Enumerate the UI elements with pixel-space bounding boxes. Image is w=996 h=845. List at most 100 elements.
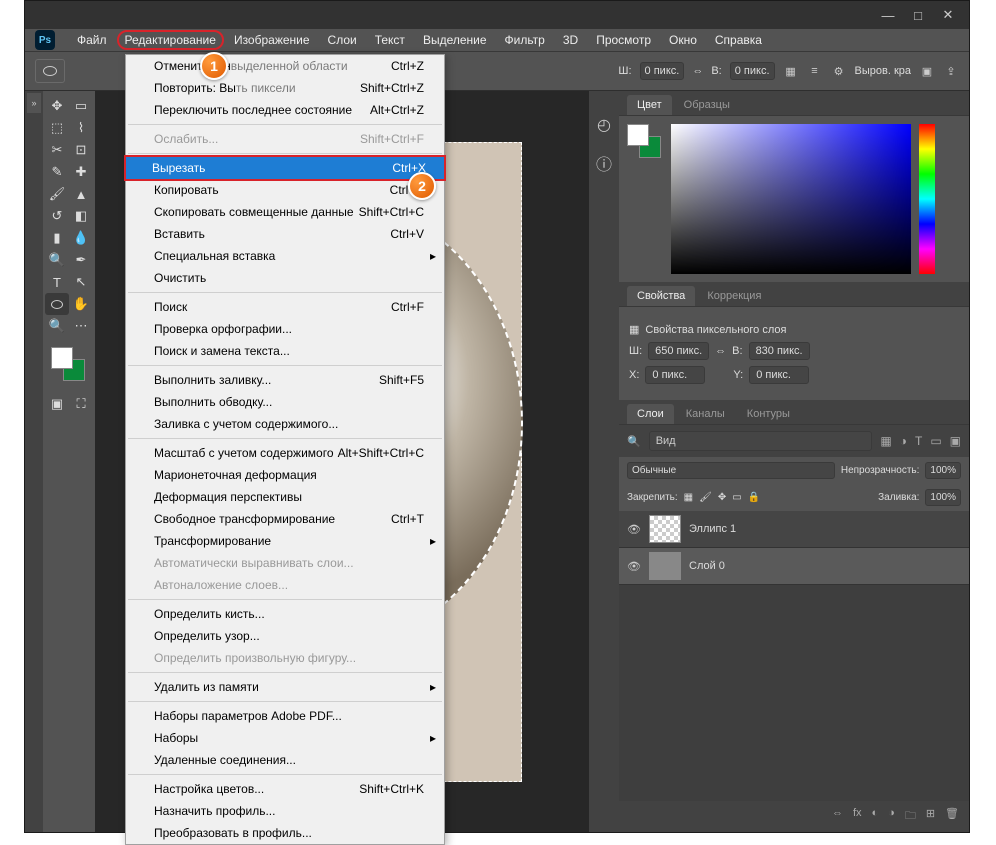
fx-icon[interactable]: fx: [853, 807, 862, 826]
tab-paths[interactable]: Контуры: [737, 404, 800, 424]
menu-perspective-warp[interactable]: Деформация перспективы: [126, 486, 444, 508]
prop-h-field[interactable]: 830 пикс.: [749, 342, 810, 360]
gear-icon[interactable]: ⚙: [831, 63, 847, 79]
eraser-tool[interactable]: ◧: [69, 205, 93, 227]
frame-tool[interactable]: ⊡: [69, 139, 93, 161]
menu-view[interactable]: Просмотр: [588, 30, 659, 50]
menu-edit[interactable]: Редактирование: [117, 30, 224, 50]
menu-help[interactable]: Справка: [707, 30, 770, 50]
tab-swatches[interactable]: Образцы: [674, 95, 740, 115]
menu-paste[interactable]: ВставитьCtrl+V: [126, 223, 444, 245]
menu-paste-special[interactable]: Специальная вставка: [126, 245, 444, 267]
filter-pixel-icon[interactable]: ▦: [880, 434, 891, 448]
menu-file[interactable]: Файл: [69, 30, 115, 50]
menu-type[interactable]: Текст: [367, 30, 413, 50]
menu-remote[interactable]: Удаленные соединения...: [126, 749, 444, 771]
menu-presets[interactable]: Наборы: [126, 727, 444, 749]
stamp-tool[interactable]: ▲: [69, 183, 93, 205]
menu-search[interactable]: ПоискCtrl+F: [126, 296, 444, 318]
visibility-icon[interactable]: 👁: [627, 560, 641, 573]
maximize-button[interactable]: □: [903, 5, 933, 25]
menu-undo[interactable]: Отменить: Инвыделенной областиCtrl+Z: [126, 55, 444, 77]
prop-x-field[interactable]: 0 пикс.: [645, 366, 705, 384]
prop-w-field[interactable]: 650 пикс.: [648, 342, 709, 360]
link-icon[interactable]: ⇔: [715, 345, 726, 357]
type-tool[interactable]: T: [45, 271, 69, 293]
blend-mode-select[interactable]: Обычные: [627, 462, 835, 479]
gradient-tool[interactable]: ▮: [45, 227, 69, 249]
menu-3d[interactable]: 3D: [555, 30, 586, 50]
color-field[interactable]: [671, 124, 911, 274]
fill-field[interactable]: 100%: [925, 489, 961, 506]
search-icon[interactable]: 🔍: [627, 435, 641, 448]
menu-copy-merged[interactable]: Скопировать совмещенные данныеShift+Ctrl…: [126, 201, 444, 223]
menu-spellcheck[interactable]: Проверка орфографии...: [126, 318, 444, 340]
lock-nest-icon[interactable]: ▭: [732, 492, 741, 503]
panel-swatches[interactable]: [627, 124, 663, 160]
layer-row[interactable]: 👁 Эллипс 1: [619, 511, 969, 548]
info-icon[interactable]: ⓘ: [596, 151, 612, 175]
zoom-tool[interactable]: 🔍: [45, 315, 69, 337]
tab-channels[interactable]: Каналы: [676, 404, 735, 424]
path-op-icon[interactable]: ▦: [783, 63, 799, 79]
menu-convert-profile[interactable]: Преобразовать в профиль...: [126, 822, 444, 844]
opt-width-field[interactable]: 0 пикс.: [640, 62, 685, 80]
layer-thumb[interactable]: [649, 552, 681, 580]
menu-free-transform[interactable]: Свободное трансформированиеCtrl+T: [126, 508, 444, 530]
hue-slider[interactable]: [919, 124, 935, 274]
share-icon[interactable]: ⇪: [943, 63, 959, 79]
tab-layers[interactable]: Слои: [627, 404, 674, 424]
mask-icon[interactable]: ▣: [919, 63, 935, 79]
delete-icon[interactable]: 🗑: [945, 807, 959, 826]
layer-search[interactable]: Вид: [649, 431, 873, 451]
opt-height-field[interactable]: 0 пикс.: [730, 62, 775, 80]
blur-tool[interactable]: 💧: [69, 227, 93, 249]
layer-name[interactable]: Эллипс 1: [689, 523, 736, 535]
tab-adjustments[interactable]: Коррекция: [697, 286, 771, 306]
link-layers-icon[interactable]: ⇔: [832, 807, 843, 826]
lock-pos-icon[interactable]: ✥: [718, 492, 726, 503]
menu-filter[interactable]: Фильтр: [497, 30, 553, 50]
layer-row[interactable]: 👁 Слой 0: [619, 548, 969, 585]
opacity-field[interactable]: 100%: [925, 462, 961, 479]
color-swatches[interactable]: [49, 345, 89, 385]
menu-define-pattern[interactable]: Определить узор...: [126, 625, 444, 647]
dodge-tool[interactable]: 🔍: [45, 249, 69, 271]
hand-tool[interactable]: ✋: [69, 293, 93, 315]
menu-puppet-warp[interactable]: Марионеточная деформация: [126, 464, 444, 486]
filter-smart-icon[interactable]: ▣: [950, 434, 961, 448]
layer-filters[interactable]: ▦ ◑ T ▭ ▣: [880, 434, 961, 448]
ellipse-tool[interactable]: [45, 293, 69, 315]
menu-define-brush[interactable]: Определить кисть...: [126, 603, 444, 625]
quickmask-tool[interactable]: ▣: [45, 393, 69, 415]
crop-tool[interactable]: ✂: [45, 139, 69, 161]
artboard-tool[interactable]: ▭: [69, 95, 93, 117]
screenmode-tool[interactable]: ⛶: [69, 393, 93, 415]
filter-shape-icon[interactable]: ▭: [930, 434, 941, 448]
history-icon[interactable]: ◴: [597, 115, 611, 135]
menu-color-settings[interactable]: Настройка цветов...Shift+Ctrl+K: [126, 778, 444, 800]
menu-clear[interactable]: Очистить: [126, 267, 444, 289]
group-icon[interactable]: 🗀: [905, 807, 916, 826]
brush-tool[interactable]: 🖌: [45, 183, 69, 205]
new-layer-icon[interactable]: ⊞: [926, 807, 935, 826]
lasso-tool[interactable]: ⌇: [69, 117, 93, 139]
menu-assign-profile[interactable]: Назначить профиль...: [126, 800, 444, 822]
menu-image[interactable]: Изображение: [226, 30, 318, 50]
history-brush-tool[interactable]: ↺: [45, 205, 69, 227]
pen-tool[interactable]: ✒: [69, 249, 93, 271]
menu-content-scale[interactable]: Масштаб с учетом содержимогоAlt+Shift+Ct…: [126, 442, 444, 464]
marquee-tool[interactable]: ⬚: [45, 117, 69, 139]
expand-left-icon[interactable]: »: [27, 93, 41, 113]
menu-fill[interactable]: Выполнить заливку...Shift+F5: [126, 369, 444, 391]
menu-cut[interactable]: ВырезатьCtrl+X: [124, 155, 446, 181]
menu-window[interactable]: Окно: [661, 30, 705, 50]
menu-content-fill[interactable]: Заливка с учетом содержимого...: [126, 413, 444, 435]
menu-redo[interactable]: Повторить: Выть пикселиShift+Ctrl+Z: [126, 77, 444, 99]
tab-color[interactable]: Цвет: [627, 95, 672, 115]
menu-select[interactable]: Выделение: [415, 30, 495, 50]
filter-adjust-icon[interactable]: ◑: [900, 434, 907, 448]
menu-pdf-presets[interactable]: Наборы параметров Adobe PDF...: [126, 705, 444, 727]
link-icon[interactable]: ⇔: [692, 65, 703, 77]
filter-type-icon[interactable]: T: [915, 434, 922, 448]
